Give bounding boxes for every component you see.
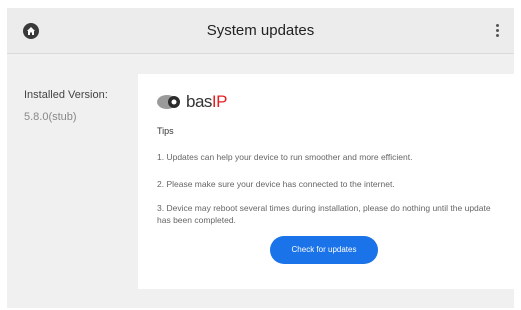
screen: System updates Installed Version: 5.8.0(… bbox=[7, 8, 514, 308]
installed-version-label: Installed Version: bbox=[24, 89, 108, 101]
page-title: System updates bbox=[206, 22, 315, 39]
installed-version-value: 5.8.0(stub) bbox=[24, 111, 77, 123]
check-for-updates-button[interactable]: Check for updates bbox=[270, 236, 378, 264]
tip-item: 3. Device may reboot several times durin… bbox=[157, 203, 491, 225]
tips-title: Tips bbox=[157, 126, 174, 136]
logo-text-ip: IP bbox=[211, 92, 228, 111]
tip-item: 2. Please make sure your device has conn… bbox=[157, 179, 395, 189]
more-vert-icon bbox=[495, 24, 499, 27]
update-card: bas IP Tips 1. Updates can help your devi… bbox=[138, 74, 514, 289]
top-bar: System updates bbox=[7, 8, 514, 54]
logo-text-bas: bas bbox=[186, 92, 212, 111]
tip-item: 1. Updates can help your device to run s… bbox=[157, 152, 413, 162]
basip-logo-mark bbox=[157, 95, 180, 109]
basip-logo: bas IP bbox=[157, 92, 227, 112]
more-menu-button[interactable] bbox=[492, 22, 502, 40]
